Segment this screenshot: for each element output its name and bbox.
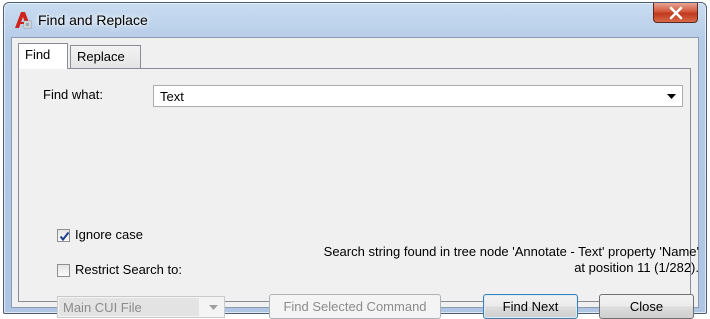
tab-replace-label: Replace — [77, 49, 125, 64]
search-scope-value: Main CUI File — [63, 300, 142, 315]
find-selected-command-button[interactable]: Find Selected Command — [269, 294, 441, 319]
find-what-value: Text — [160, 89, 184, 104]
close-icon — [669, 6, 683, 20]
ignore-case-checkbox[interactable] — [57, 229, 70, 242]
dialog-body: Find Replace Find what: Text Ignore case… — [11, 37, 699, 319]
close-button[interactable]: Close — [599, 294, 694, 319]
search-status-message: Search string found in tree node 'Annota… — [267, 244, 699, 276]
chevron-down-icon — [209, 305, 218, 310]
find-replace-dialog: Find and Replace Find Replace Find what:… — [3, 2, 707, 319]
restrict-search-label[interactable]: Restrict Search to: — [75, 262, 182, 277]
find-what-input[interactable]: Text — [153, 85, 683, 107]
title-bar[interactable]: Find and Replace — [4, 3, 706, 37]
chevron-down-icon[interactable] — [667, 94, 676, 99]
check-icon — [59, 231, 70, 242]
ignore-case-label[interactable]: Ignore case — [75, 227, 143, 242]
status-line-1: Search string found in tree node 'Annota… — [323, 244, 699, 259]
close-window-button[interactable] — [653, 3, 698, 23]
find-next-button[interactable]: Find Next — [483, 294, 578, 319]
window-title: Find and Replace — [38, 12, 148, 28]
find-tab-panel: Find what: Text Ignore case Restrict Sea… — [18, 68, 699, 319]
autocad-app-icon[interactable] — [14, 11, 32, 29]
status-line-2: at position 11 (1/282). — [574, 260, 699, 275]
find-what-label: Find what: — [43, 87, 103, 102]
tab-replace[interactable]: Replace — [70, 45, 141, 68]
tab-find[interactable]: Find — [18, 43, 68, 69]
restrict-search-checkbox[interactable] — [57, 264, 70, 277]
search-scope-dropdown[interactable]: Main CUI File — [57, 296, 225, 318]
tab-find-label: Find — [25, 47, 51, 62]
